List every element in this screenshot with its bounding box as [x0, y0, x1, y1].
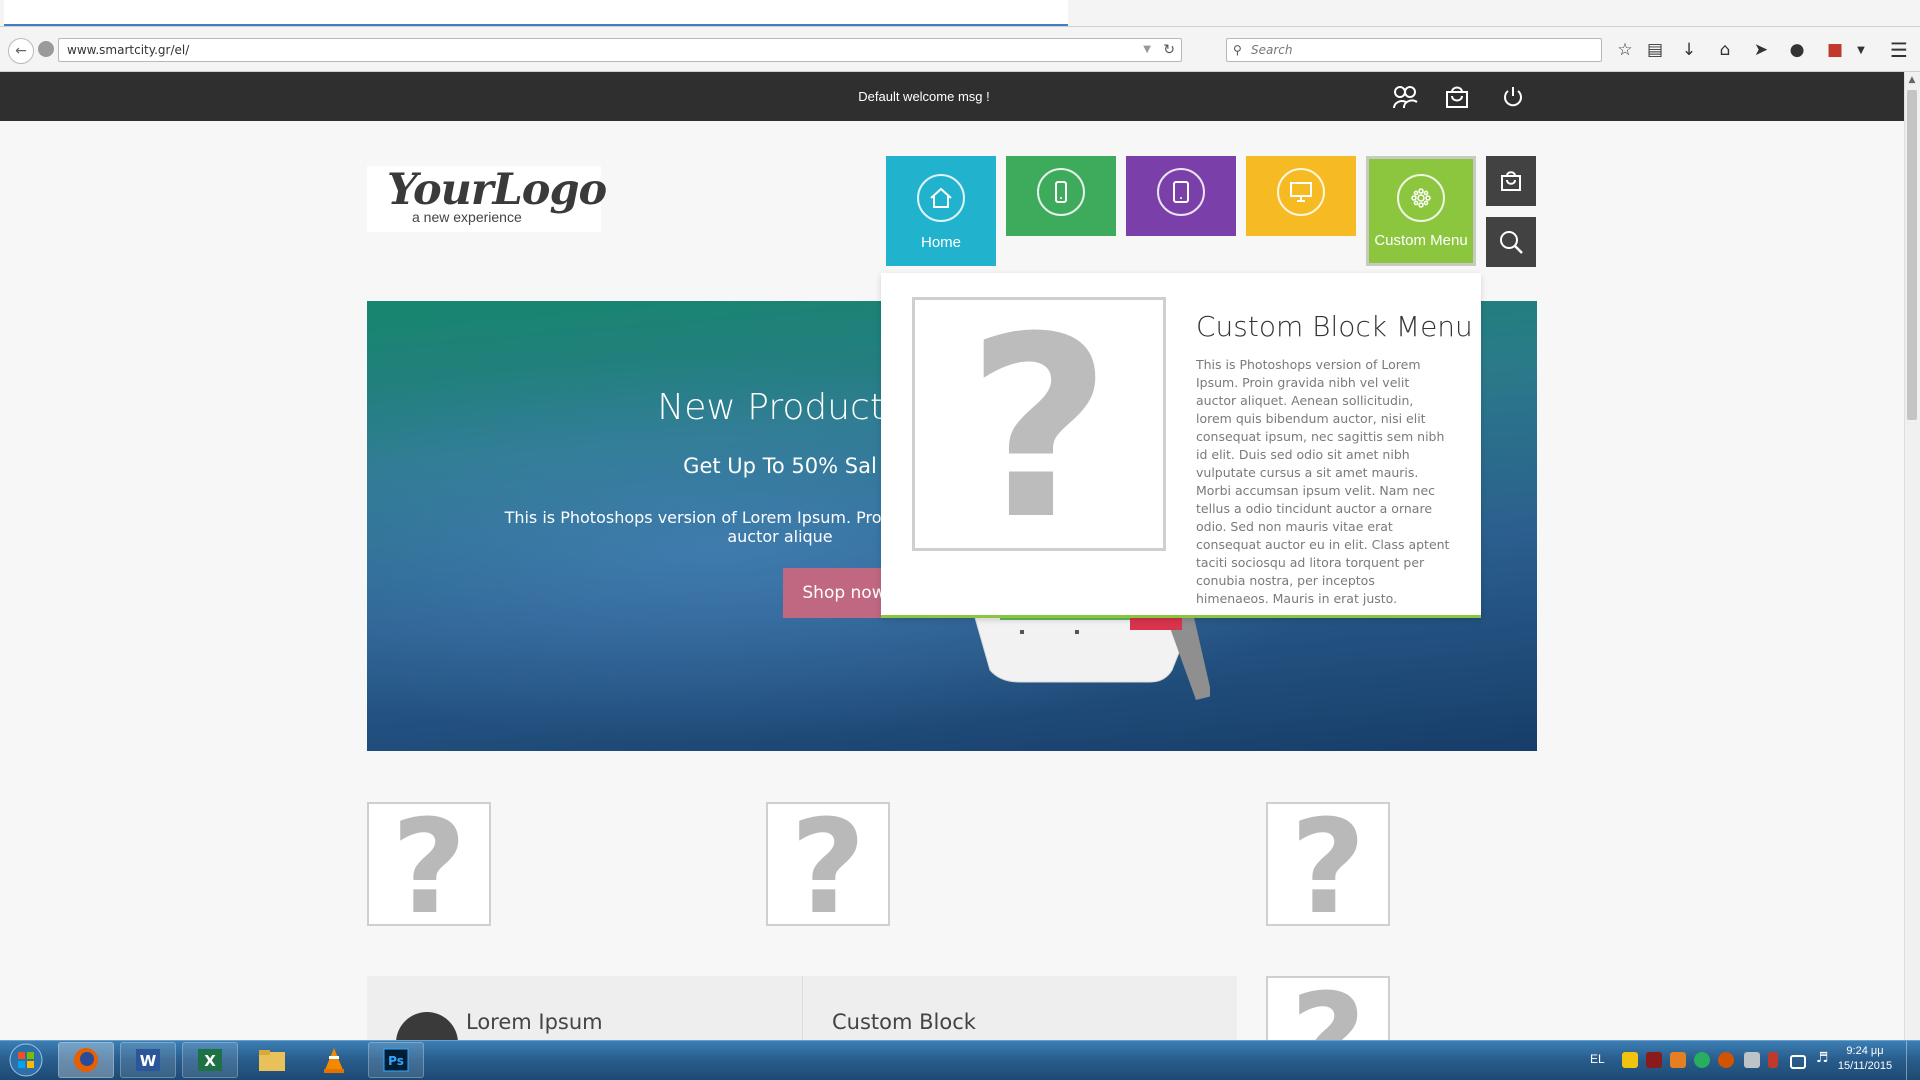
- taskbar-explorer[interactable]: [244, 1042, 300, 1078]
- power-icon[interactable]: [1496, 80, 1530, 114]
- show-desktop-button[interactable]: [1906, 1041, 1920, 1080]
- svg-text:X: X: [204, 1052, 216, 1070]
- search-icon: ⚲: [1233, 43, 1242, 57]
- vlc-cone-icon: [324, 1048, 344, 1073]
- menu-tile-computers[interactable]: [1246, 156, 1356, 236]
- tray-norton-icon[interactable]: [1622, 1052, 1638, 1068]
- search-placeholder: Search: [1251, 43, 1293, 57]
- question-mark-icon: ?: [1290, 978, 1365, 1040]
- tray-app-icon[interactable]: [1646, 1052, 1662, 1068]
- svg-text:?: ?: [966, 300, 1111, 548]
- bookmark-star-icon[interactable]: ☆: [1612, 38, 1638, 62]
- active-tab[interactable]: [4, 0, 1068, 26]
- taskbar-excel[interactable]: X: [182, 1042, 238, 1078]
- product-placeholder[interactable]: ?: [367, 802, 491, 926]
- block-divider: [802, 976, 803, 1040]
- volume-icon[interactable]: ♬: [1816, 1050, 1829, 1066]
- home-icon: [917, 174, 965, 222]
- clock-time: 9:24 μμ: [1846, 1045, 1884, 1057]
- tablet-icon: [1157, 168, 1205, 216]
- question-mark-icon: ?: [966, 283, 1111, 574]
- taskbar-photoshop[interactable]: Ps: [368, 1042, 424, 1078]
- placeholder-image: ?: [912, 283, 1166, 574]
- search-icon: [1500, 231, 1523, 254]
- reading-list-icon[interactable]: ▤: [1642, 38, 1668, 62]
- tray-check-icon[interactable]: [1694, 1052, 1710, 1068]
- menu-tile-custom-menu[interactable]: Custom Menu: [1366, 156, 1476, 266]
- firefox-icon: [74, 1048, 98, 1072]
- globe-icon[interactable]: [38, 41, 54, 57]
- monitor-icon: [1277, 168, 1325, 216]
- scrollbar-thumb[interactable]: [1907, 90, 1917, 420]
- addon-icon[interactable]: ■: [1822, 38, 1848, 62]
- custom-block-title: Custom Block: [832, 1010, 976, 1034]
- reload-icon[interactable]: ↻: [1163, 39, 1175, 61]
- taskbar-vlc[interactable]: [306, 1042, 362, 1078]
- welcome-message: Default welcome msg !: [858, 89, 990, 104]
- product-placeholder[interactable]: ?: [1266, 976, 1390, 1040]
- logo-tagline: a new experience: [412, 209, 522, 225]
- dropdown-title: Custom Block Menu: [1196, 310, 1473, 343]
- svg-text:W: W: [140, 1052, 157, 1070]
- language-indicator[interactable]: EL: [1590, 1052, 1605, 1066]
- menu-tile-label: Home: [920, 234, 961, 251]
- folder-icon: [259, 1050, 285, 1071]
- menu-tile-phones[interactable]: [1006, 156, 1116, 236]
- menu-tile-home[interactable]: Home: [886, 156, 996, 266]
- windows-logo-icon: [9, 1043, 43, 1077]
- cart-icon[interactable]: [1440, 80, 1474, 114]
- home-browser-icon[interactable]: ⌂: [1712, 38, 1738, 62]
- menu-tile-label: Custom Menu: [1374, 232, 1468, 249]
- account-icon[interactable]: [1388, 80, 1422, 114]
- back-arrow-icon: ←: [15, 43, 27, 59]
- photoshop-icon: Ps: [383, 1048, 409, 1072]
- back-button[interactable]: ←: [8, 38, 34, 64]
- question-mark-icon: ?: [790, 802, 866, 926]
- system-clock[interactable]: 9:24 μμ 15/11/2015: [1830, 1044, 1900, 1074]
- dropdown-description: This is Photoshops version of Lorem Ipsu…: [1196, 357, 1450, 606]
- lorem-block-title: Lorem Ipsum: [466, 1010, 603, 1034]
- side-cart-button[interactable]: [1486, 156, 1536, 206]
- question-mark-icon: ?: [1290, 802, 1366, 926]
- chat-icon[interactable]: ●: [1784, 38, 1810, 62]
- dropdown-arrow-icon[interactable]: ▼: [1143, 39, 1151, 61]
- hamburger-menu-icon[interactable]: ☰: [1886, 38, 1912, 62]
- url-text: www.smartcity.gr/el/: [67, 43, 190, 57]
- network-icon[interactable]: [1790, 1055, 1806, 1069]
- clock-date: 15/11/2015: [1837, 1060, 1893, 1072]
- smartphone-icon: [1037, 168, 1085, 216]
- cart-icon: [1501, 171, 1521, 191]
- svg-text:Ps: Ps: [388, 1054, 404, 1068]
- flower-icon: [1397, 174, 1445, 222]
- taskbar-word[interactable]: W: [120, 1042, 176, 1078]
- question-mark-icon: ?: [391, 802, 467, 926]
- product-placeholder[interactable]: ?: [766, 802, 890, 926]
- tray-app-icon[interactable]: [1744, 1052, 1760, 1068]
- download-icon[interactable]: ↓: [1676, 38, 1702, 62]
- url-bar[interactable]: www.smartcity.gr/el/ ▼ ↻: [58, 38, 1182, 62]
- send-icon[interactable]: ➤: [1748, 38, 1774, 62]
- side-search-button[interactable]: [1486, 217, 1536, 267]
- scroll-up-arrow-icon[interactable]: ▲: [1904, 72, 1920, 88]
- tray-app-icon[interactable]: [1718, 1052, 1734, 1068]
- taskbar-firefox[interactable]: [58, 1042, 114, 1078]
- tray-flag-icon[interactable]: [1768, 1052, 1778, 1068]
- word-icon: W: [136, 1049, 160, 1071]
- start-button[interactable]: [4, 1041, 48, 1079]
- excel-icon: X: [198, 1049, 222, 1071]
- logo-text: YourLogo: [387, 165, 607, 215]
- product-placeholder[interactable]: ?: [1266, 802, 1390, 926]
- search-input[interactable]: ⚲ Search: [1226, 38, 1602, 62]
- menu-tile-tablets[interactable]: [1126, 156, 1236, 236]
- addon-dropdown-icon[interactable]: ▼: [1848, 38, 1874, 62]
- tray-app-icon[interactable]: [1670, 1052, 1686, 1068]
